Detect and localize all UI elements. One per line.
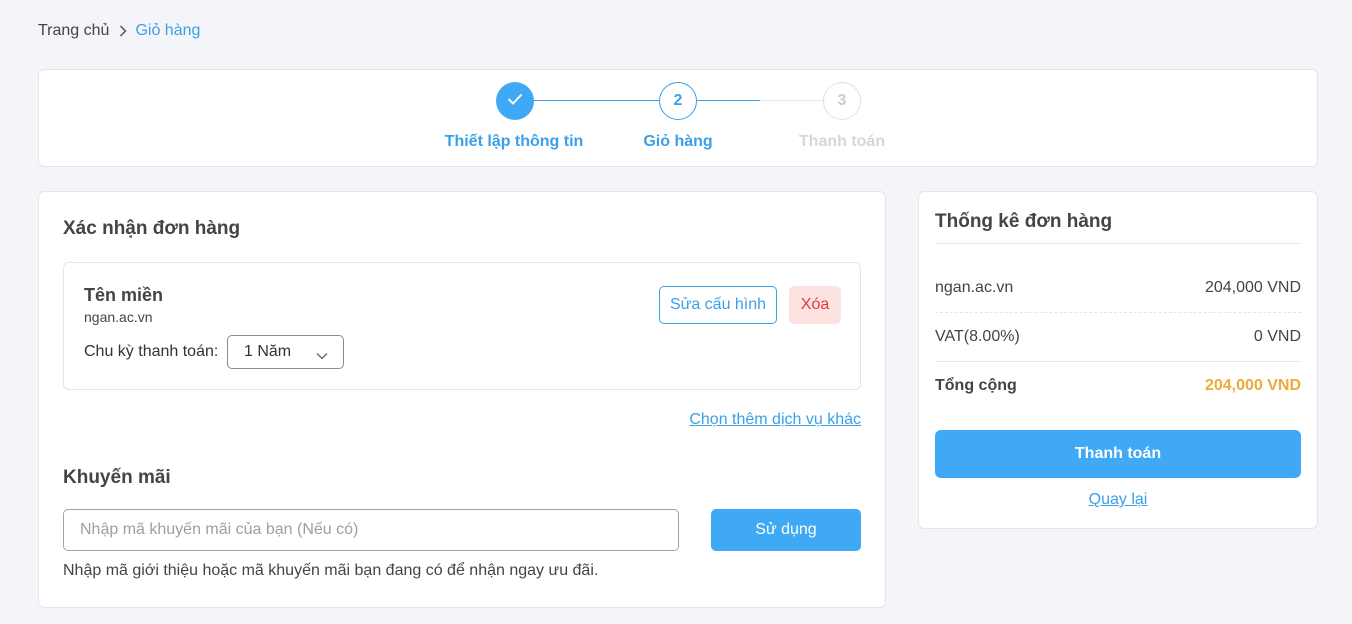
checkout-stepper: Thiết lập thông tin 2 Giỏ hàng 3 Thanh t… bbox=[38, 69, 1318, 167]
order-confirmation-card: Xác nhận đơn hàng Tên miền ngan.ac.vn Ch… bbox=[38, 191, 886, 608]
item-domain: ngan.ac.vn bbox=[84, 309, 153, 325]
summary-title: Thống kê đơn hàng bbox=[935, 211, 1113, 232]
total-value: 204,000 VND bbox=[1204, 377, 1301, 394]
more-services-link[interactable]: Chọn thêm dịch vụ khác bbox=[689, 411, 861, 429]
edit-config-button[interactable]: Sửa cấu hình bbox=[659, 286, 777, 324]
total-label: Tổng cộng bbox=[935, 377, 1017, 394]
breadcrumb: Trang chủ Giỏ hàng bbox=[38, 22, 200, 40]
divider bbox=[935, 312, 1301, 313]
billing-cycle-value: 1 Năm bbox=[244, 343, 292, 360]
chevron-right-icon bbox=[119, 25, 128, 37]
step-2-circle: 2 bbox=[659, 82, 697, 120]
back-link[interactable]: Quay lại bbox=[919, 491, 1317, 509]
order-summary-card: Thống kê đơn hàng ngan.ac.vn 204,000 VND… bbox=[918, 191, 1318, 529]
billing-cycle-label: Chu kỳ thanh toán: bbox=[84, 343, 219, 360]
step-1-label: Thiết lập thông tin bbox=[444, 133, 584, 150]
promo-title: Khuyến mãi bbox=[63, 467, 171, 488]
apply-promo-button[interactable]: Sử dụng bbox=[711, 509, 861, 551]
checkout-button[interactable]: Thanh toán bbox=[935, 430, 1301, 478]
summary-total-row: Tổng cộng 204,000 VND bbox=[935, 377, 1301, 395]
check-icon bbox=[507, 92, 523, 110]
step-3-number: 3 bbox=[837, 92, 847, 109]
order-item: Tên miền ngan.ac.vn Chu kỳ thanh toán: 1… bbox=[63, 262, 861, 390]
delete-item-button[interactable]: Xóa bbox=[789, 286, 841, 324]
summary-row-value: 204,000 VND bbox=[1204, 279, 1301, 296]
step-2-number: 2 bbox=[673, 92, 683, 109]
breadcrumb-current: Giỏ hàng bbox=[135, 22, 201, 39]
step-2-label: Giỏ hàng bbox=[643, 133, 713, 150]
summary-row-value: 0 VND bbox=[1253, 328, 1301, 345]
summary-row-label: ngan.ac.vn bbox=[935, 279, 1014, 296]
step-connector-2-remaining bbox=[760, 100, 823, 101]
billing-cycle-select[interactable]: 1 Năm bbox=[227, 335, 344, 369]
item-name: Tên miền bbox=[84, 285, 164, 305]
divider bbox=[935, 361, 1301, 362]
step-3-label: Thanh toán bbox=[798, 133, 886, 150]
order-title: Xác nhận đơn hàng bbox=[63, 218, 241, 239]
step-3-circle: 3 bbox=[823, 82, 861, 120]
divider bbox=[935, 243, 1301, 244]
summary-row: ngan.ac.vn 204,000 VND bbox=[935, 279, 1301, 297]
step-connector-1 bbox=[533, 100, 659, 101]
summary-row: VAT(8.00%) 0 VND bbox=[935, 328, 1301, 346]
summary-row-label: VAT(8.00%) bbox=[935, 328, 1020, 345]
promo-help-text: Nhập mã giới thiệu hoặc mã khuyến mãi bạ… bbox=[63, 562, 599, 579]
chevron-down-icon bbox=[316, 347, 328, 365]
step-connector-2-progress bbox=[697, 100, 760, 101]
promo-code-input[interactable] bbox=[63, 509, 679, 551]
breadcrumb-home-link[interactable]: Trang chủ bbox=[38, 22, 109, 40]
step-1-circle bbox=[496, 82, 534, 120]
